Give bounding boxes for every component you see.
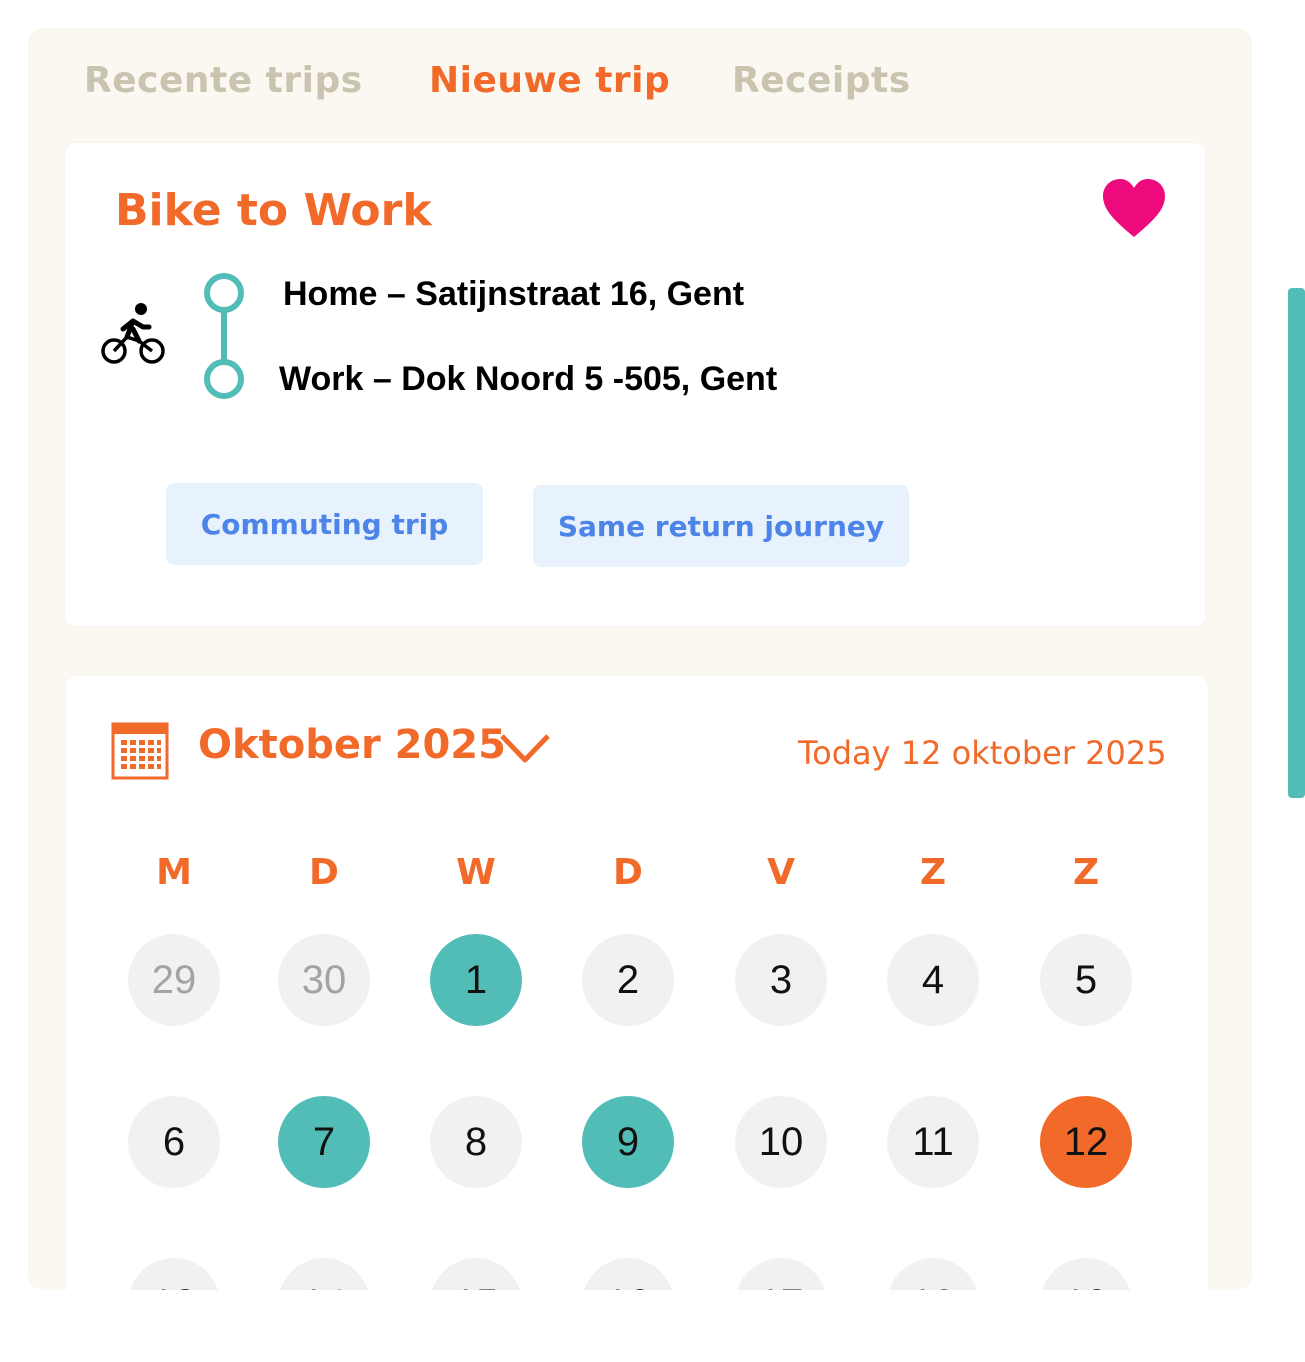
weekday-header: V — [767, 852, 795, 893]
app-panel: Recente trips Nieuwe trip Receipts Bike … — [28, 28, 1252, 1290]
weekday-header: D — [613, 852, 643, 893]
weekday-header: Z — [1072, 852, 1100, 893]
calendar-day[interactable]: 12 — [1040, 1096, 1132, 1188]
calendar-day[interactable]: 18 — [887, 1258, 979, 1290]
weekday-header: M — [156, 852, 192, 893]
calendar-day[interactable]: 7 — [278, 1096, 370, 1188]
calendar-day[interactable]: 29 — [128, 934, 220, 1026]
tab-recent-trips[interactable]: Recente trips — [84, 60, 363, 101]
month-label: Oktober 2025 — [198, 722, 506, 768]
origin-address: Home – Satijnstraat 16, Gent — [283, 275, 745, 313]
weekday-header: W — [456, 852, 496, 893]
trip-title: Bike to Work — [115, 185, 432, 236]
trip-card: Bike to Work Home – Satijnstraat 16, Gen… — [65, 143, 1205, 626]
calendar-icon — [111, 722, 169, 780]
calendar-day[interactable]: 14 — [278, 1258, 370, 1290]
calendar-day[interactable]: 6 — [128, 1096, 220, 1188]
calendar-day[interactable]: 8 — [430, 1096, 522, 1188]
heart-icon[interactable] — [1101, 177, 1167, 239]
weekday-header: D — [309, 852, 339, 893]
weekday-header: Z — [919, 852, 947, 893]
calendar-day[interactable]: 10 — [735, 1096, 827, 1188]
scrollbar-thumb[interactable] — [1288, 288, 1305, 798]
tab-receipts[interactable]: Receipts — [732, 60, 911, 101]
chevron-down-icon[interactable] — [498, 730, 552, 766]
calendar-day[interactable]: 16 — [582, 1258, 674, 1290]
same-return-journey-chip[interactable]: Same return journey — [533, 485, 909, 567]
route-line-icon — [204, 273, 244, 399]
calendar-day[interactable]: 17 — [735, 1258, 827, 1290]
calendar-day[interactable]: 30 — [278, 934, 370, 1026]
calendar-day[interactable]: 11 — [887, 1096, 979, 1188]
tab-bar: Recente trips Nieuwe trip Receipts — [28, 28, 1252, 138]
bicycle-icon — [101, 303, 165, 364]
destination-address: Work – Dok Noord 5 -505, Gent — [279, 360, 778, 398]
calendar-day[interactable]: 9 — [582, 1096, 674, 1188]
today-label: Today 12 oktober 2025 — [798, 734, 1167, 772]
calendar-day[interactable]: 15 — [430, 1258, 522, 1290]
calendar-day[interactable]: 4 — [887, 934, 979, 1026]
calendar-card: Oktober 2025 Today 12 oktober 2025 M D W D V… — [66, 676, 1208, 1290]
tab-new-trip[interactable]: Nieuwe trip — [429, 60, 670, 101]
calendar-day[interactable]: 1 — [430, 934, 522, 1026]
calendar-day[interactable]: 5 — [1040, 934, 1132, 1026]
calendar-day[interactable]: 13 — [128, 1258, 220, 1290]
commuting-trip-chip[interactable]: Commuting trip — [166, 483, 483, 565]
calendar-day[interactable]: 2 — [582, 934, 674, 1026]
calendar-day[interactable]: 3 — [735, 934, 827, 1026]
calendar-day[interactable]: 19 — [1040, 1258, 1132, 1290]
